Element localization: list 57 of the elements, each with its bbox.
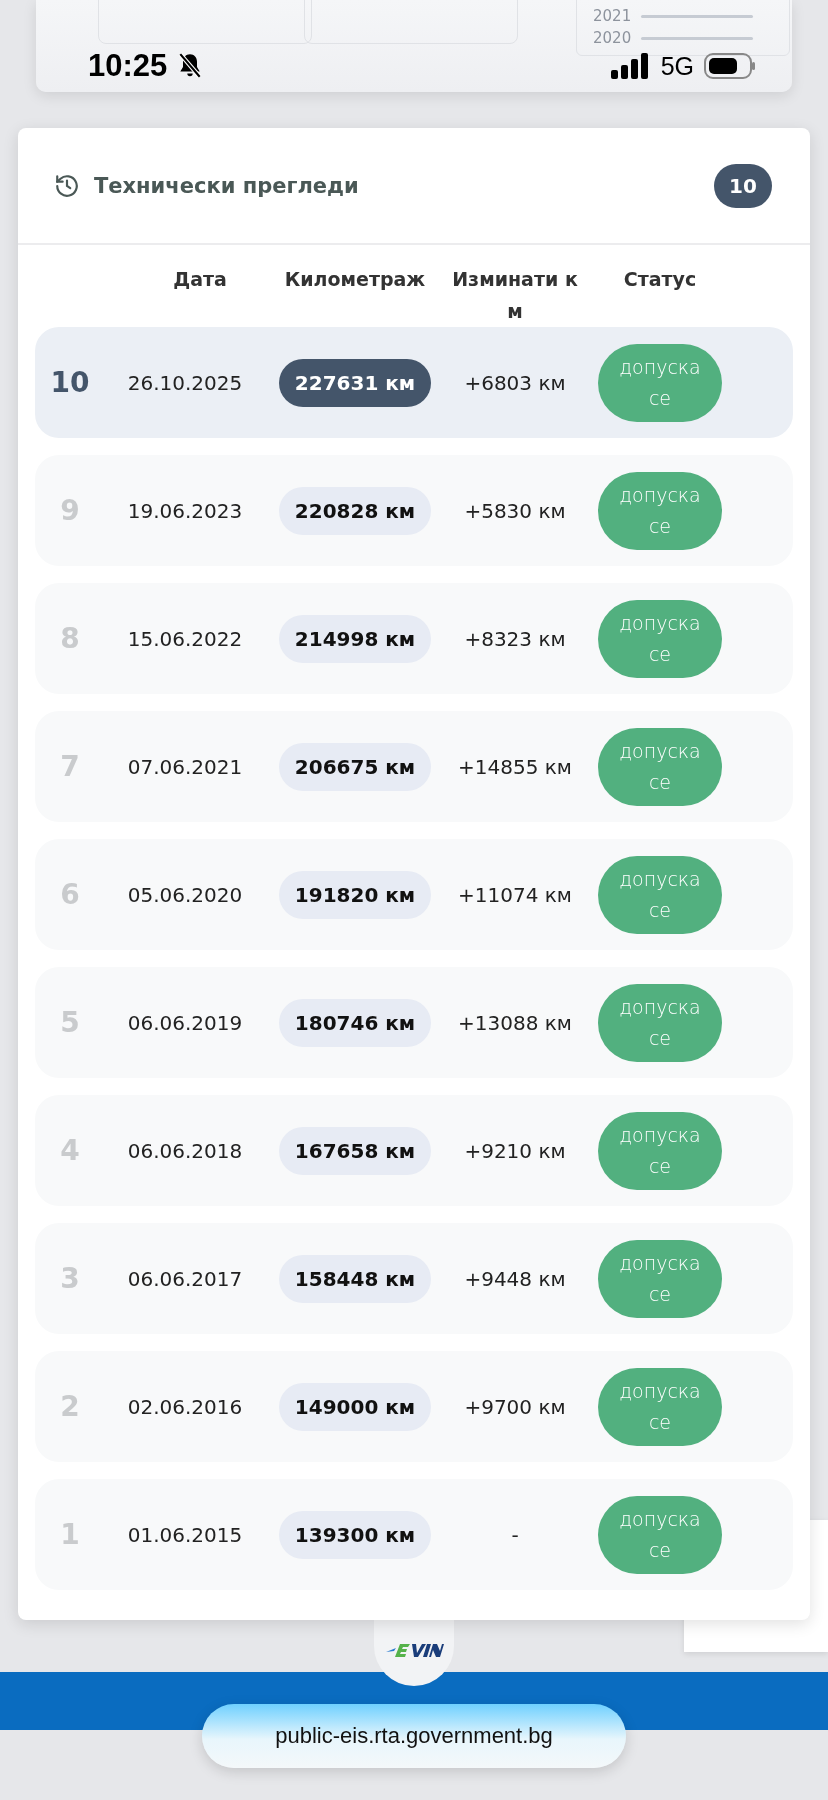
year-label: 2021 xyxy=(593,7,632,25)
inspection-date: 15.06.2022 xyxy=(126,626,244,651)
distance-change: +6803 км xyxy=(463,370,567,395)
row-number: 10 xyxy=(49,366,91,399)
inspection-date: 02.06.2016 xyxy=(126,1394,244,1419)
distance-change: +13088 км xyxy=(457,1010,573,1035)
status-tag: допуска се xyxy=(598,1239,722,1318)
status-tag: допуска се xyxy=(598,855,722,934)
address-bar[interactable]: public-eis.rta.government.bg xyxy=(202,1704,626,1768)
year-label: 2020 xyxy=(593,29,632,47)
network-label: 5G xyxy=(660,51,694,81)
battery-icon xyxy=(704,53,756,79)
inspection-date: 26.10.2025 xyxy=(126,370,244,395)
section-title: Технически прегледи xyxy=(94,173,359,198)
mileage-tag: 149000 км xyxy=(278,1382,432,1431)
mileage-tag: 220828 км xyxy=(278,486,432,535)
status-tag: допуска се xyxy=(598,1111,722,1190)
signal-icon xyxy=(610,53,651,79)
status-tag: допуска се xyxy=(598,599,722,678)
column-header: Статус xyxy=(622,267,698,292)
distance-change: +5830 км xyxy=(463,498,567,523)
status-tag: допуска се xyxy=(598,1495,722,1574)
inspection-row[interactable]: 10 26.10.2025 227631 км +6803 км допуска се xyxy=(35,327,793,438)
inspection-date: 07.06.2021 xyxy=(126,754,244,779)
inspection-date: 06.06.2017 xyxy=(126,1266,244,1291)
column-header: Километраж xyxy=(283,267,427,292)
mileage-tag: 227631 км xyxy=(278,358,432,407)
clock-time: 10:25 xyxy=(88,48,168,84)
distance-change: +11074 км xyxy=(457,882,573,907)
status-tag: допуска се xyxy=(598,343,722,422)
mileage-tag: 139300 км xyxy=(278,1510,432,1559)
inspection-date: 19.06.2023 xyxy=(126,498,244,523)
distance-change: +9210 км xyxy=(463,1138,567,1163)
mileage-tag: 206675 км xyxy=(278,742,432,791)
distance-change: +8323 км xyxy=(463,626,567,651)
column-header: Изминати км xyxy=(451,267,579,324)
inspection-date: 06.06.2019 xyxy=(126,1010,244,1035)
distance-change: +9448 км xyxy=(463,1266,567,1291)
status-tag: допуска се xyxy=(598,471,722,550)
logo-icon xyxy=(384,1642,444,1658)
inspection-date: 01.06.2015 xyxy=(126,1522,244,1547)
history-icon xyxy=(54,172,80,199)
column-header: Дата xyxy=(172,267,228,292)
inspection-date: 05.06.2020 xyxy=(126,882,244,907)
mileage-tag: 214998 км xyxy=(278,614,432,663)
mileage-tag: 158448 км xyxy=(278,1254,432,1303)
status-tag: допуска се xyxy=(598,1367,722,1446)
inspection-date: 06.06.2018 xyxy=(126,1138,244,1163)
mileage-tag: 167658 км xyxy=(278,1126,432,1175)
mileage-tag: 180746 км xyxy=(278,998,432,1047)
mileage-tag: 191820 км xyxy=(278,870,432,919)
status-tag: допуска се xyxy=(598,983,722,1062)
distance-change: +9700 км xyxy=(463,1394,567,1419)
distance-change: +14855 км xyxy=(457,754,573,779)
status-tag: допуска се xyxy=(598,727,722,806)
count-badge: 10 xyxy=(714,163,772,208)
distance-change: - xyxy=(510,1522,520,1547)
